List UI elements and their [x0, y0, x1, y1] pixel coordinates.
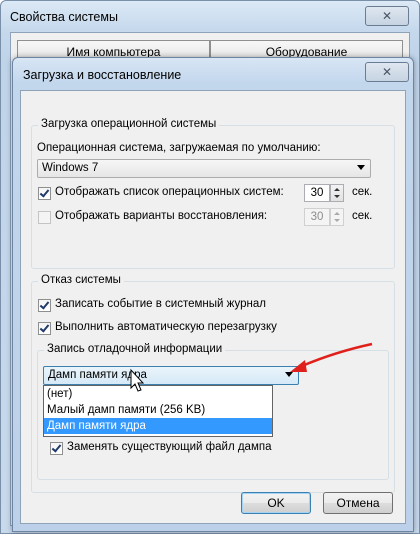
- chevron-down-icon: [285, 372, 293, 377]
- spin-down-icon: [334, 195, 340, 198]
- system-properties-title: Свойства системы: [10, 10, 118, 24]
- show-recovery-unit: сек.: [352, 210, 373, 222]
- debug-info-group-label: Запись отладочной информации: [44, 343, 226, 355]
- default-os-value: Windows 7: [42, 162, 99, 174]
- spin-up-icon: [334, 212, 340, 215]
- dialog-client: Загрузка операционной системы Операционн…: [20, 90, 406, 524]
- dump-option-kernel[interactable]: Дамп памяти ядра: [44, 418, 272, 434]
- cancel-button[interactable]: Отмена: [323, 492, 393, 514]
- show-os-list-seconds-input[interactable]: 30: [304, 184, 330, 202]
- auto-restart-checkbox[interactable]: [38, 322, 51, 335]
- auto-restart-label: Выполнить автоматическую перезагрузку: [55, 321, 277, 333]
- show-recovery-label: Отображать варианты восстановления:: [55, 210, 268, 222]
- write-event-checkbox[interactable]: [38, 299, 51, 312]
- show-os-list-unit: сек.: [352, 186, 373, 198]
- default-os-select[interactable]: Windows 7: [37, 159, 371, 178]
- dump-option-none[interactable]: (нет): [44, 386, 272, 402]
- show-os-list-label: Отображать список операционных систем:: [55, 186, 284, 198]
- ok-button[interactable]: OK: [241, 492, 311, 514]
- dialog-close-button[interactable]: ✕: [365, 62, 409, 82]
- startup-recovery-dialog: Загрузка и восстановление ✕ Загрузка опе…: [12, 57, 414, 532]
- dialog-title: Загрузка и восстановление: [23, 68, 182, 82]
- overwrite-dump-label: Заменять существующий файл дампа: [67, 441, 272, 453]
- dump-option-small[interactable]: Малый дамп памяти (256 KB): [44, 402, 272, 418]
- dump-type-select[interactable]: Дамп памяти ядра: [43, 366, 299, 385]
- spin-down-icon: [334, 219, 340, 222]
- dump-type-value: Дамп памяти ядра: [48, 369, 147, 381]
- overwrite-dump-checkbox[interactable]: [50, 442, 63, 455]
- show-os-list-spinner[interactable]: [330, 184, 344, 202]
- default-os-label: Операционная система, загружаемая по умо…: [37, 142, 321, 154]
- show-recovery-checkbox[interactable]: [38, 211, 51, 224]
- show-recovery-seconds-input[interactable]: 30: [304, 208, 330, 226]
- show-recovery-spinner[interactable]: [330, 208, 344, 226]
- dump-type-dropdown: (нет) Малый дамп памяти (256 KB) Дамп па…: [43, 385, 273, 437]
- failure-group-label: Отказ системы: [38, 274, 124, 286]
- show-os-list-checkbox[interactable]: [38, 187, 51, 200]
- system-properties-close-button[interactable]: ✕: [365, 6, 409, 26]
- chevron-down-icon: [357, 165, 365, 170]
- startup-group-label: Загрузка операционной системы: [38, 118, 220, 130]
- spin-up-icon: [334, 188, 340, 191]
- write-event-label: Записать событие в системный журнал: [55, 298, 266, 310]
